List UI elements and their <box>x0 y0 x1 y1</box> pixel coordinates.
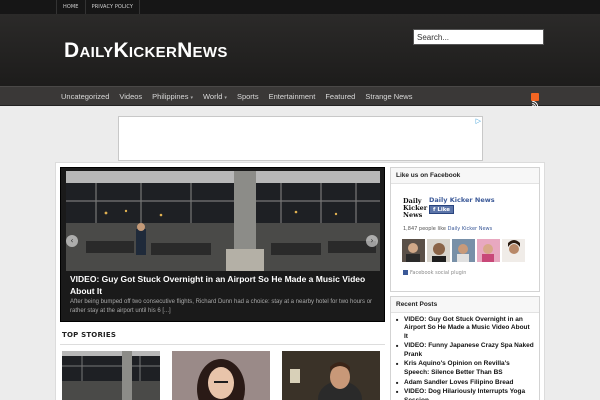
ad-banner[interactable]: ▷ <box>118 116 483 161</box>
avatar[interactable] <box>477 239 500 262</box>
top-nav-privacy-link[interactable]: PRIVACY POLICY <box>86 0 141 14</box>
nav-entertainment[interactable]: Entertainment <box>264 87 321 108</box>
nav-videos[interactable]: Videos <box>114 87 147 108</box>
story-thumbnail[interactable] <box>282 351 380 400</box>
recent-post-link[interactable]: Kris Aquino's Opinion on Revilla's Speec… <box>396 360 534 377</box>
main-nav: Uncategorized Videos Philippines ▾ World ▾… <box>0 86 600 108</box>
chevron-right-icon[interactable]: › <box>366 235 378 247</box>
facebook-widget: Like us on Facebook Daily Kicker News Da… <box>390 167 540 292</box>
recent-post-link[interactable]: VIDEO: Guy Got Stuck Overnight in an Air… <box>396 316 534 341</box>
rss-icon[interactable] <box>531 93 539 107</box>
search-input[interactable]: Search... <box>413 29 544 45</box>
top-nav: HOME PRIVACY POLICY <box>0 0 600 14</box>
thumbs-up-icon: f <box>433 207 436 213</box>
story-thumbnail[interactable] <box>172 351 270 400</box>
nav-strange-news[interactable]: Strange News <box>360 87 417 108</box>
facebook-faces <box>402 239 525 262</box>
page-logo[interactable]: Daily Kicker News <box>403 198 427 220</box>
featured-excerpt: After being bumped off two consecutive f… <box>70 299 373 314</box>
recent-posts-list: VIDEO: Guy Got Stuck Overnight in an Air… <box>391 313 539 400</box>
recent-post-link[interactable]: VIDEO: Dog Hilariously Interrupts Yoga S… <box>396 388 534 400</box>
chevron-down-icon: ▾ <box>190 95 193 101</box>
facebook-icon <box>403 270 408 275</box>
story-thumbnail[interactable] <box>62 351 160 400</box>
recent-posts-widget: Recent Posts VIDEO: Guy Got Stuck Overni… <box>390 296 540 400</box>
site-header: DailyKickerNews Search... <box>0 14 600 86</box>
avatar[interactable] <box>402 239 425 262</box>
nav-uncategorized[interactable]: Uncategorized <box>56 87 114 108</box>
facebook-plugin-label[interactable]: Facebook social plugin <box>403 270 466 276</box>
avatar[interactable] <box>452 239 475 262</box>
nav-world[interactable]: World ▾ <box>198 87 232 108</box>
ad-choices-icon[interactable]: ▷ <box>476 117 481 125</box>
nav-sports[interactable]: Sports <box>232 87 264 108</box>
facebook-page-link[interactable]: Daily Kicker News <box>448 226 493 232</box>
top-stories-heading: TOP STORIES <box>62 331 117 339</box>
nav-featured[interactable]: Featured <box>320 87 360 108</box>
facebook-like-button[interactable]: f Like <box>429 205 454 214</box>
nav-philippines[interactable]: Philippines ▾ <box>147 87 198 108</box>
chevron-down-icon: ▾ <box>224 95 227 101</box>
recent-post-link[interactable]: Adam Sandler Loves Filipino Bread <box>396 379 534 388</box>
top-nav-home-link[interactable]: HOME <box>56 0 86 14</box>
chevron-left-icon[interactable]: ‹ <box>66 235 78 247</box>
divider <box>60 344 385 345</box>
facebook-widget-heading: Like us on Facebook <box>391 168 539 184</box>
facebook-like-count: 1,847 people like Daily Kicker News <box>403 226 493 232</box>
featured-title[interactable]: VIDEO: Guy Got Stuck Overnight in an Air… <box>70 273 380 297</box>
recent-post-link[interactable]: VIDEO: Funny Japanese Crazy Spa Naked Pr… <box>396 342 534 359</box>
avatar[interactable] <box>502 239 525 262</box>
recent-posts-heading: Recent Posts <box>391 297 539 313</box>
featured-image[interactable] <box>66 171 380 271</box>
facebook-page-name[interactable]: Daily Kicker News <box>429 196 495 204</box>
site-logo[interactable]: DailyKickerNews <box>64 39 228 63</box>
avatar[interactable] <box>427 239 450 262</box>
